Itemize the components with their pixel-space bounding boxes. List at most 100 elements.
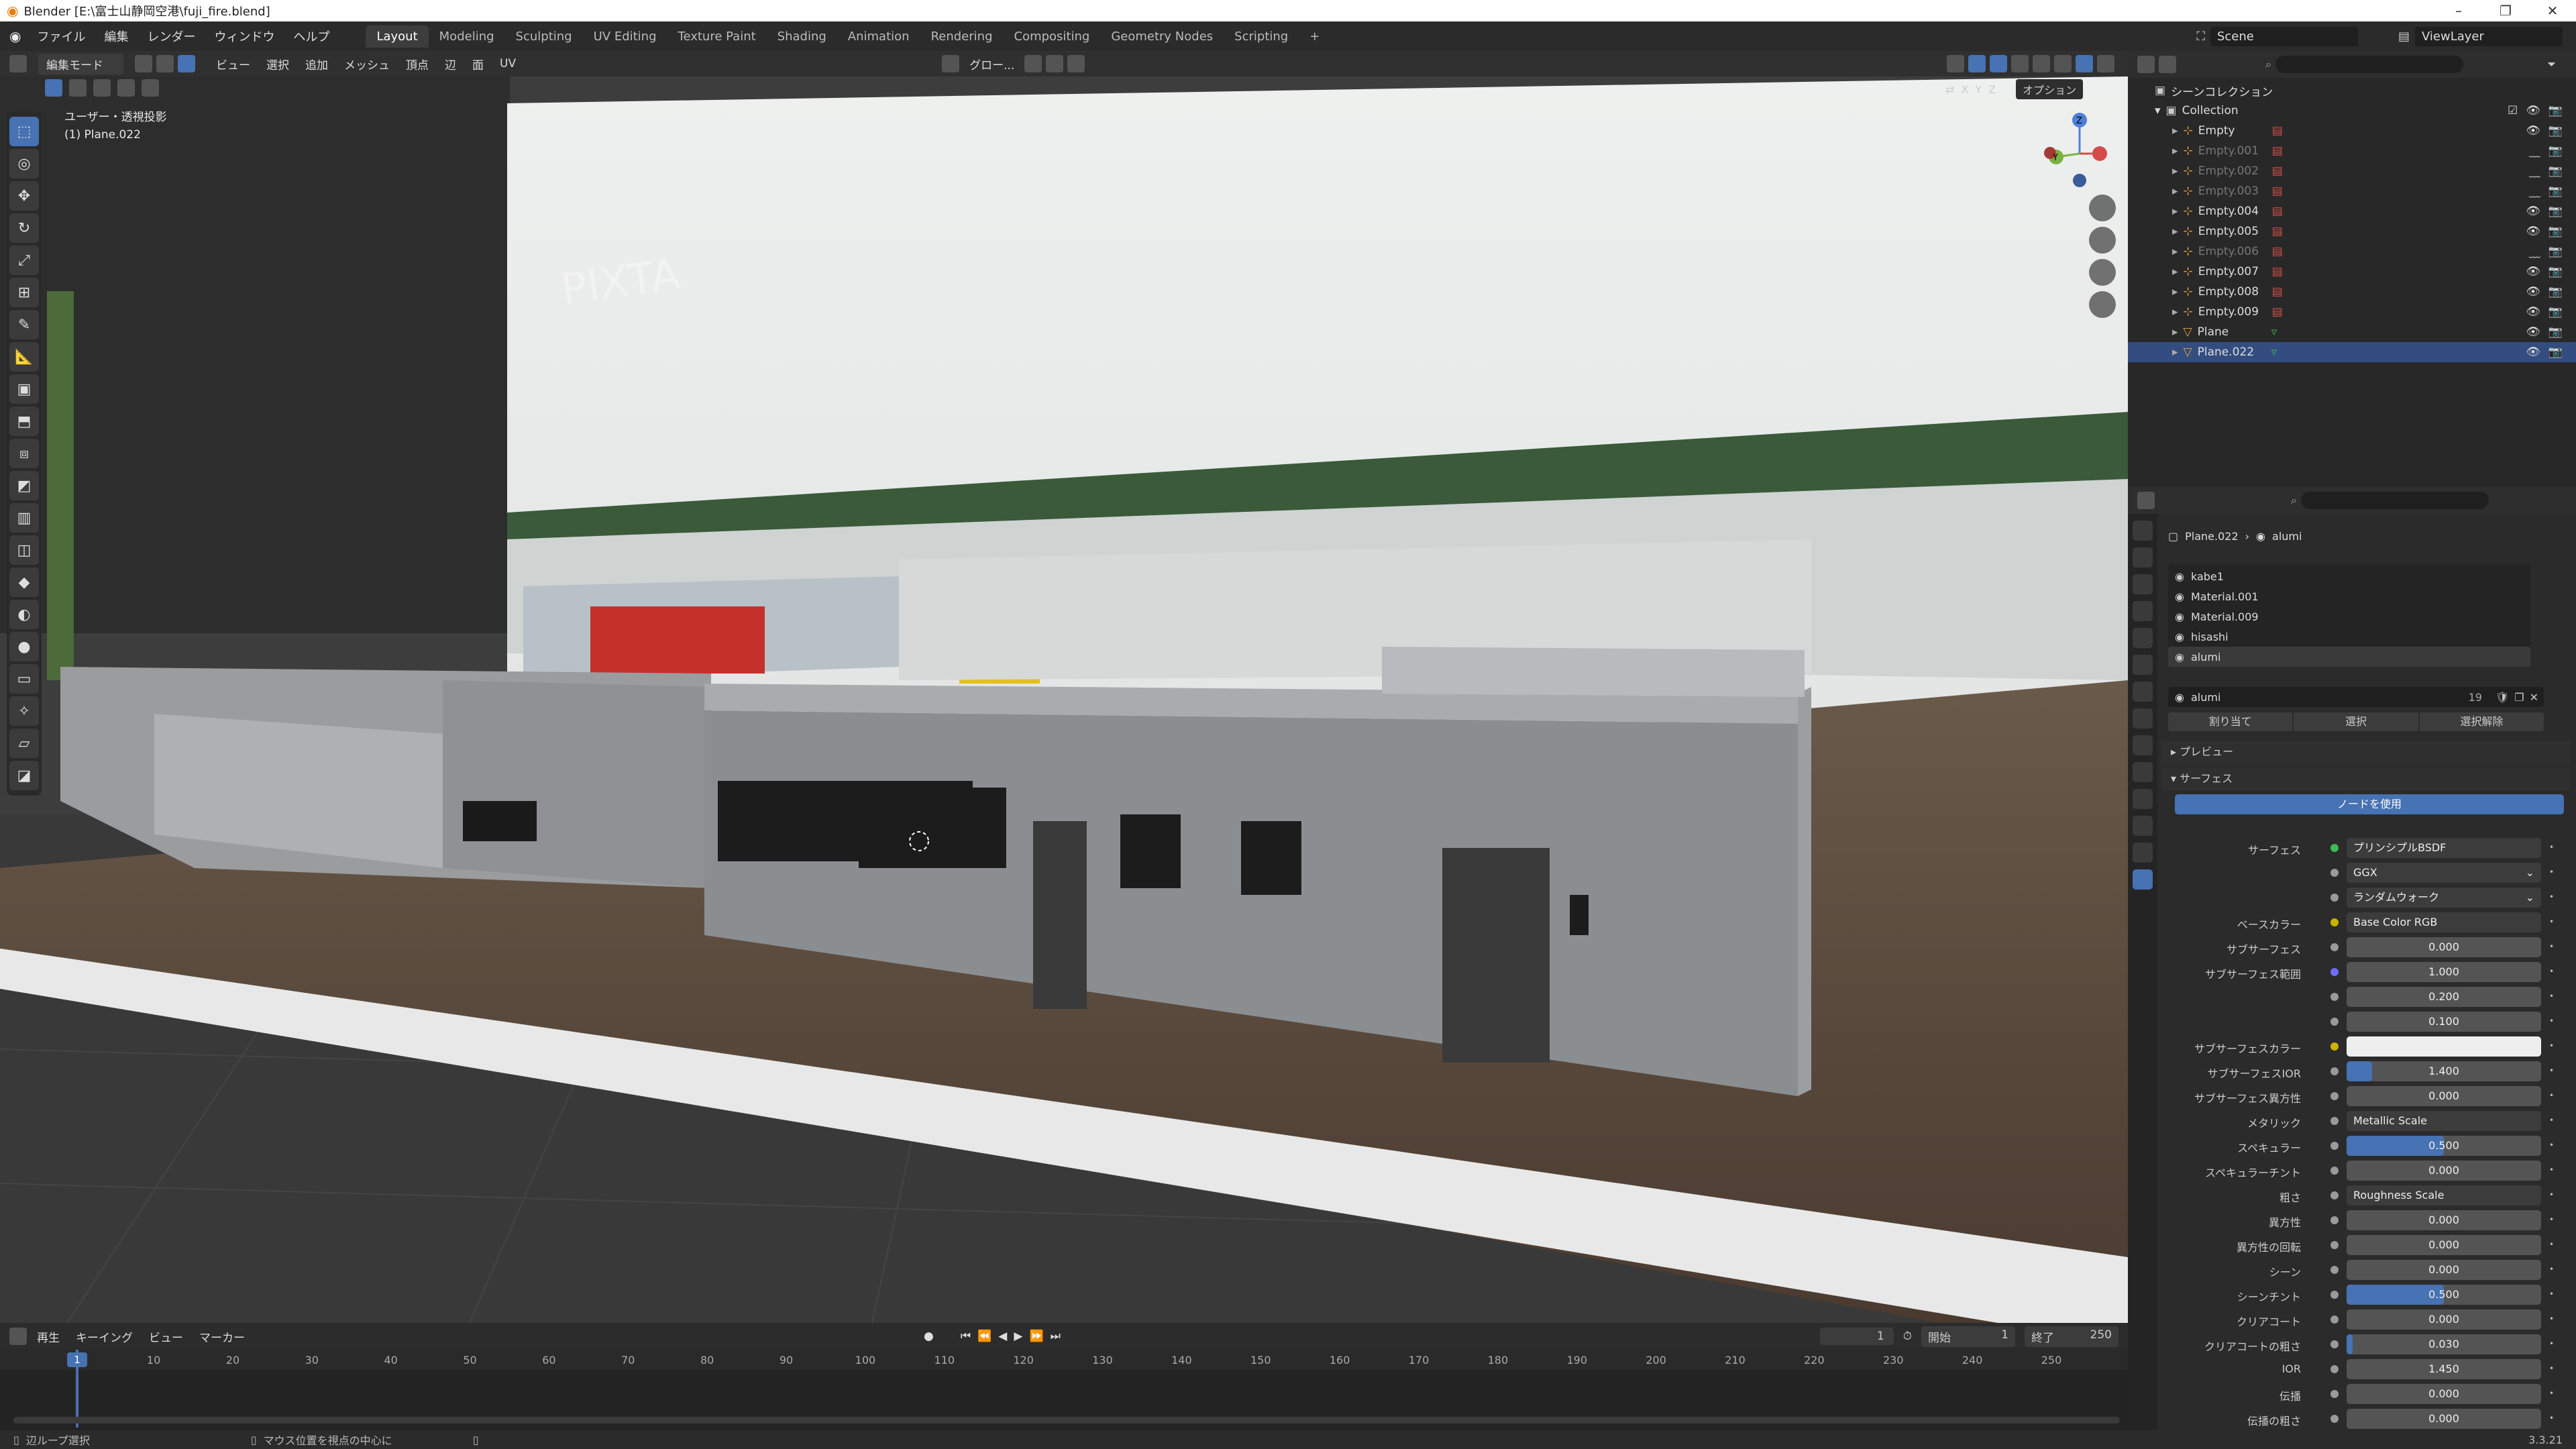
dropdown-field[interactable]: ランダムウォーク ⌄ <box>2347 888 2541 908</box>
tab-rendering[interactable]: Rendering <box>920 25 1004 48</box>
socket-icon[interactable] <box>2330 1191 2339 1199</box>
property-value-field[interactable]: 1.450 <box>2347 1359 2541 1379</box>
menu-edit[interactable]: 編集 <box>95 28 138 45</box>
options-button[interactable]: オプション <box>2016 79 2084 99</box>
eye-icon[interactable]: 👁 <box>2526 345 2540 359</box>
start-frame-field[interactable]: 開始 1 <box>1921 1326 2015 1347</box>
duplicate-material-icon[interactable]: ❐ <box>2514 691 2524 704</box>
menu-face[interactable]: 面 <box>464 53 492 75</box>
solid-shading-icon[interactable] <box>2054 55 2072 72</box>
constraint-icon[interactable]: ▤ <box>2272 144 2529 158</box>
keyframe-dot-icon[interactable]: • <box>2549 892 2554 902</box>
keyframe-dot-icon[interactable]: • <box>2549 1116 2554 1125</box>
camera-icon[interactable]: 📷 <box>2548 245 2563 258</box>
camera-view-icon[interactable] <box>2089 259 2116 286</box>
annotate-tool-icon[interactable]: ✎ <box>9 310 39 339</box>
proportional-edit-icon[interactable] <box>1067 55 1085 72</box>
menu-edge[interactable]: 辺 <box>437 53 464 75</box>
outliner-row[interactable]: ▸ ⊹ Empty.007 ▤ 👁 📷 <box>2128 262 2576 282</box>
expand-arrow-icon[interactable]: ▸ <box>2172 325 2178 339</box>
outliner-row[interactable]: ▸ ⊹ Empty.009 ▤ 👁 📷 <box>2128 302 2576 322</box>
expand-arrow-icon[interactable]: ▸ <box>2172 164 2178 178</box>
property-value-field[interactable]: 1.400 <box>2347 1061 2541 1081</box>
mesh-data-icon[interactable]: ▿ <box>2271 345 2526 359</box>
menu-timeline-view[interactable]: ビュー <box>141 1326 191 1348</box>
eye-icon[interactable]: 👁 <box>2526 265 2540 278</box>
keyframe-dot-icon[interactable]: • <box>2549 1265 2554 1274</box>
outliner-search-input[interactable] <box>2275 56 2463 73</box>
property-value-field[interactable]: 0.000 <box>2347 1309 2541 1330</box>
material-name-field[interactable]: alumi <box>2191 691 2469 704</box>
socket-icon[interactable] <box>2330 968 2339 976</box>
3d-viewport[interactable]: PIXTA ユーザー・透視投影 (1) Plane.022 ⇄ X Y Z オプ… <box>0 76 2128 1323</box>
linked-node-field[interactable]: プリンシプルBSDF <box>2347 838 2541 858</box>
deselect-button[interactable]: 選択解除 <box>2419 712 2544 731</box>
rip-tool-icon[interactable]: ◪ <box>9 761 39 790</box>
eye-icon[interactable]: ﹏ <box>2529 163 2540 180</box>
modifier-tab-icon[interactable] <box>2133 735 2153 755</box>
linked-node-field[interactable]: Base Color RGB <box>2347 912 2541 932</box>
transform-orientation-icon[interactable] <box>942 55 960 72</box>
tab-texture-paint[interactable]: Texture Paint <box>667 25 767 48</box>
overlay-toggle-icon[interactable] <box>1990 55 2007 72</box>
output-tab-icon[interactable] <box>2133 574 2153 594</box>
keyframe-dot-icon[interactable]: • <box>2549 1314 2554 1324</box>
material-shading-icon[interactable] <box>2076 55 2093 72</box>
property-value-field[interactable]: 0.030 <box>2347 1334 2541 1354</box>
outliner-row[interactable]: ▸ ⊹ Empty.006 ▤ ﹏ 📷 <box>2128 241 2576 262</box>
navigation-gizmo[interactable]: Z Y <box>2033 110 2120 197</box>
keyframe-dot-icon[interactable]: • <box>2549 967 2554 976</box>
filter-icon[interactable]: ⏷ <box>2547 58 2556 71</box>
ortho-toggle-icon[interactable] <box>2089 291 2116 318</box>
tab-scripting[interactable]: Scripting <box>1224 25 1299 48</box>
menu-add[interactable]: 追加 <box>297 53 336 75</box>
keyframe-dot-icon[interactable]: • <box>2549 1165 2554 1175</box>
keyframe-dot-icon[interactable]: • <box>2549 843 2554 852</box>
spin-tool-icon[interactable]: ◐ <box>9 600 39 629</box>
view-layer-tab-icon[interactable] <box>2133 601 2153 621</box>
outliner-row[interactable]: ▸ ⊹ Empty.005 ▤ 👁 📷 <box>2128 221 2576 241</box>
menu-mesh[interactable]: メッシュ <box>336 53 398 75</box>
keyframe-dot-icon[interactable]: • <box>2549 1091 2554 1100</box>
keyframe-dot-icon[interactable]: • <box>2549 1240 2554 1249</box>
snap-icon[interactable] <box>1046 55 1064 72</box>
property-value-field[interactable]: 0.200 <box>2347 987 2541 1007</box>
expand-arrow-icon[interactable]: ▸ <box>2172 285 2178 299</box>
socket-icon[interactable] <box>2330 1067 2339 1075</box>
outliner-row[interactable]: ▸ ▽ Plane ▿ 👁 📷 <box>2128 322 2576 342</box>
edge-slide-tool-icon[interactable]: ▭ <box>9 664 39 694</box>
property-value-field[interactable]: 0.500 <box>2347 1136 2541 1156</box>
menu-render[interactable]: レンダー <box>138 28 205 45</box>
inset-tool-icon[interactable]: ⧈ <box>9 439 39 468</box>
property-value-field[interactable]: 0.100 <box>2347 1012 2541 1032</box>
face-select-icon[interactable] <box>178 55 195 72</box>
camera-icon[interactable]: 📷 <box>2548 124 2563 138</box>
camera-icon[interactable]: 📷 <box>2548 305 2563 319</box>
outliner-row[interactable]: ▸ ⊹ Empty.004 ▤ 👁 📷 <box>2128 201 2576 221</box>
keyframe-dot-icon[interactable]: • <box>2549 942 2554 951</box>
shrink-tool-icon[interactable]: ✧ <box>9 696 39 726</box>
keyframe-dot-icon[interactable]: • <box>2549 867 2554 877</box>
socket-icon[interactable] <box>2330 869 2339 877</box>
outliner-editor-icon[interactable] <box>2137 56 2155 73</box>
use-nodes-button[interactable]: ノードを使用 <box>2175 794 2564 814</box>
socket-icon[interactable] <box>2330 1241 2339 1249</box>
record-icon[interactable]: ● <box>924 1330 934 1343</box>
add-cube-tool-icon[interactable]: ▣ <box>9 374 39 404</box>
view-layer-selector[interactable]: ViewLayer <box>2415 26 2563 46</box>
constraint-icon[interactable]: ▤ <box>2272 265 2526 278</box>
keyframe-dot-icon[interactable]: • <box>2549 1140 2554 1150</box>
camera-icon[interactable]: 📷 <box>2548 265 2563 278</box>
gizmo-toggle-icon[interactable] <box>1968 55 1986 72</box>
measure-tool-icon[interactable]: 📐 <box>9 342 39 372</box>
minimize-button[interactable]: – <box>2435 3 2482 19</box>
blender-menu-icon[interactable]: ◉ <box>9 28 21 44</box>
socket-icon[interactable] <box>2330 1316 2339 1324</box>
menu-help[interactable]: ヘルプ <box>284 28 339 45</box>
tab-animation[interactable]: Animation <box>837 25 920 48</box>
select-new-icon[interactable] <box>45 79 62 97</box>
fake-user-icon[interactable]: 🛡 <box>2496 691 2509 704</box>
property-value-field[interactable]: 0.000 <box>2347 1086 2541 1106</box>
select-invert-icon[interactable] <box>117 79 135 97</box>
camera-icon[interactable]: 📷 <box>2548 144 2563 158</box>
